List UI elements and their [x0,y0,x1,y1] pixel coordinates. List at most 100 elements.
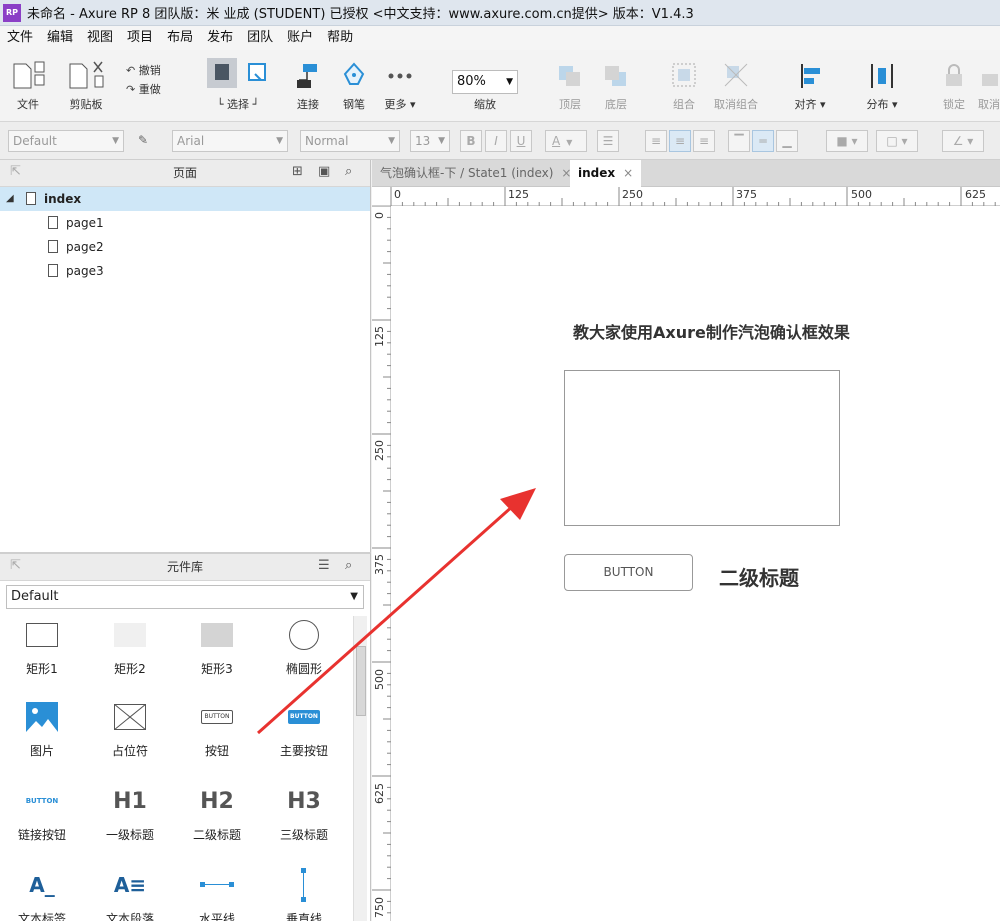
menu-edit[interactable]: 编辑 [40,26,80,50]
widget-h2[interactable]: H2 二级标题 [177,784,257,843]
unlock-button[interactable]: 取消 [978,60,1000,112]
widget-image[interactable]: 图片 [2,700,82,759]
widget-text-paragraph[interactable]: A≡ 文本段落 [90,868,170,921]
widget-primary-button[interactable]: BUTTON 主要按钮 [264,700,344,759]
canvas-heading2[interactable]: 二级标题 [719,562,799,591]
select-icon [207,58,266,88]
page-tree-item-page1[interactable]: page1 [0,211,370,235]
canvas-title-text[interactable]: 教大家使用Axure制作汽泡确认框效果 [573,319,850,343]
zoom-select[interactable]: 80% ▼ [452,70,518,94]
button-icon: BUTTON [201,710,233,724]
more-icon [388,73,412,79]
clipboard-button[interactable]: 剪贴板 [62,60,110,112]
undo-button[interactable]: ↶ 撤销 [126,62,174,78]
format-painter-icon[interactable]: ✎ [132,130,154,152]
menu-help[interactable]: 帮助 [320,26,360,50]
font-weight-select[interactable]: Normal ▼ [300,130,400,152]
widget-h3[interactable]: H3 三级标题 [264,784,344,843]
tab-index[interactable]: index × [570,160,642,187]
font-color-button[interactable]: A ▼ [545,130,587,152]
page-tree-item-page3[interactable]: page3 [0,259,370,283]
widget-vertical-line[interactable]: 垂直线 [264,868,344,921]
underline-button[interactable]: U [510,130,532,152]
font-select[interactable]: Arial ▼ [172,130,288,152]
valign-bottom-icon[interactable]: ▁ [776,130,798,152]
menu-team[interactable]: 团队 [240,26,280,50]
library-panel-title: 元件库 [166,560,203,574]
widget-ellipse[interactable]: 椭圆形 [264,618,344,677]
lock-button[interactable]: 锁定 [936,60,972,112]
italic-button[interactable]: I [485,130,507,152]
menu-view[interactable]: 视图 [80,26,120,50]
select-tool[interactable]: └ 选择 ┘ [203,56,273,112]
widget-rectangle2[interactable]: 矩形2 [90,618,170,677]
widget-label: 按钮 [204,744,229,758]
widget-horizontal-line[interactable]: 水平线 [177,868,257,921]
expand-triangle-icon[interactable]: ◢ [6,187,14,211]
design-canvas[interactable]: 教大家使用Axure制作汽泡确认框效果 BUTTON 二级标题 [391,206,1000,921]
search-icon[interactable]: ⌕ [345,558,352,573]
page-tree-item-page2[interactable]: page2 [0,235,370,259]
library-select[interactable]: Default ▼ [6,585,364,609]
align-right-icon[interactable]: ≡ [693,130,715,152]
lock-label: 锁定 [943,98,965,111]
file-button[interactable]: 文件 [8,60,48,112]
widget-text-label[interactable]: A_ 文本标签 [2,868,82,921]
connect-tool[interactable]: 连接 [290,60,326,112]
widget-h1[interactable]: H1 一级标题 [90,784,170,843]
page-icon [48,240,58,253]
hamburger-menu-icon[interactable]: ☰ [318,558,330,573]
scrollbar-thumb[interactable] [356,646,366,716]
add-folder-icon[interactable]: ▣ [318,164,330,179]
align-button[interactable]: 对齐 ▾ [790,60,830,112]
align-left-icon[interactable]: ≡ [645,130,667,152]
widget-placeholder[interactable]: 占位符 [90,700,170,759]
h3-icon: H3 [287,788,321,814]
valign-middle-icon[interactable]: ═ [752,130,774,152]
font-size-select[interactable]: 13 ▼ [410,130,450,152]
chevron-down-icon: ▼ [438,136,445,146]
group-button[interactable]: 组合 [666,60,702,112]
menu-layout[interactable]: 布局 [160,26,200,50]
redo-button[interactable]: ↷ 重做 [126,81,174,97]
widget-link-button[interactable]: BUTTON 链接按钮 [2,784,82,843]
menu-project[interactable]: 项目 [120,26,160,50]
widget-rectangle1[interactable]: 矩形1 [2,618,82,677]
page-tree-item-index[interactable]: ◢ index [0,187,370,211]
widget-label: 椭圆形 [285,662,322,676]
primary-button-icon: BUTTON [288,710,320,724]
send-to-back-button[interactable]: 底层 [598,60,634,112]
menu-publish[interactable]: 发布 [200,26,240,50]
widget-label: 垂直线 [285,912,322,921]
style-select[interactable]: Default ▼ [8,130,124,152]
menu-bar: 文件 编辑 视图 项目 布局 发布 团队 账户 帮助 [0,26,1000,50]
canvas-rectangle[interactable] [564,370,840,526]
bring-to-front-button[interactable]: 顶层 [552,60,588,112]
menu-account[interactable]: 账户 [280,26,320,50]
pages-panel-title: 页面 [172,166,197,180]
widget-rectangle3[interactable]: 矩形3 [177,618,257,677]
group-label: 组合 [673,98,695,111]
menu-file[interactable]: 文件 [0,26,40,50]
search-icon[interactable]: ⌕ [345,164,352,179]
ruler-label: 500 [373,669,386,690]
fill-color-icon[interactable]: ■ ▾ [826,130,868,152]
close-icon[interactable]: × [623,166,633,180]
bullet-list-icon[interactable]: ☰ [597,130,619,152]
valign-top-icon[interactable]: ▔ [728,130,750,152]
ruler-label: 0 [394,188,401,201]
library-scrollbar[interactable] [353,616,367,921]
add-page-icon[interactable]: ⊞ [292,164,303,179]
canvas-button[interactable]: BUTTON [564,554,693,591]
bold-button[interactable]: B [460,130,482,152]
pen-tool[interactable]: 钢笔 [337,60,371,112]
shadow-icon[interactable]: □ ▾ [876,130,918,152]
widget-button[interactable]: BUTTON 按钮 [177,700,257,759]
ungroup-button[interactable]: 取消组合 [712,60,760,112]
align-center-icon[interactable]: ≡ [669,130,691,152]
line-color-icon[interactable]: ∠ ▾ [942,130,984,152]
tab-bubble-state1[interactable]: 气泡确认框-下 / State1 (index) × [372,160,579,187]
title-bar: RP 未命名 - Axure RP 8 团队版：米 业成 (STUDENT) 已… [0,0,1000,26]
more-button[interactable]: 更多 ▾ [380,60,420,112]
distribute-button[interactable]: 分布 ▾ [862,60,902,112]
